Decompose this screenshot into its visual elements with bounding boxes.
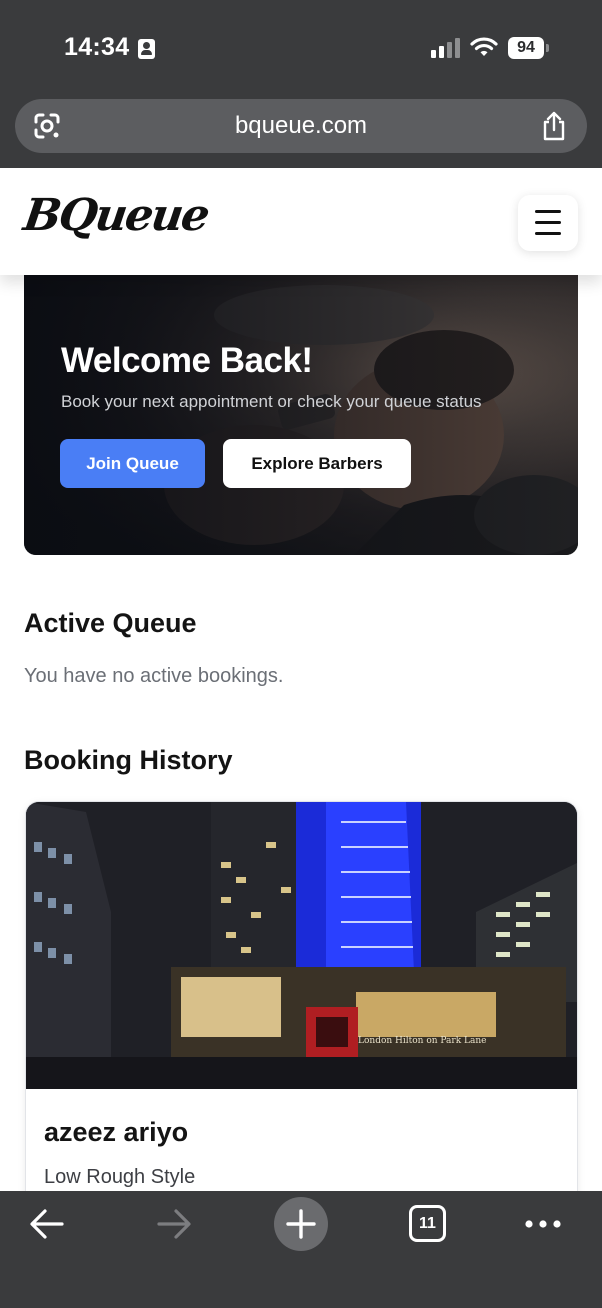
- active-queue-title: Active Queue: [24, 608, 197, 638]
- site-header: BQueue: [0, 168, 602, 275]
- status-bar: 14:34 94: [0, 0, 602, 96]
- battery-tip: [546, 44, 549, 52]
- wifi-icon: [470, 37, 498, 56]
- hero-subtitle: Book your next appointment or check your…: [61, 392, 482, 411]
- active-queue-empty-message: You have no active bookings.: [24, 665, 284, 687]
- url-text[interactable]: bqueue.com: [15, 112, 587, 140]
- booking-card[interactable]: London Hilton on Park Lane azeez ariyo L…: [25, 801, 578, 1191]
- more-icon[interactable]: [524, 1219, 562, 1229]
- hero-title: Welcome Back!: [61, 341, 313, 380]
- site-logo[interactable]: BQueue: [20, 190, 211, 241]
- barber-name: azeez ariyo: [44, 1117, 189, 1147]
- booking-history-title: Booking History: [24, 745, 233, 775]
- id-card-icon: [138, 39, 155, 59]
- join-queue-button[interactable]: Join Queue: [60, 439, 205, 488]
- share-icon[interactable]: [541, 111, 567, 141]
- hero-banner: Welcome Back! Book your next appointment…: [24, 275, 578, 555]
- web-page: BQueue Welcome Back! Book your next appo…: [0, 168, 602, 1191]
- browser-toolbar: 11: [0, 1191, 602, 1308]
- forward-arrow-icon[interactable]: [155, 1207, 193, 1241]
- hero-overlay: [24, 275, 578, 555]
- status-time: 14:34: [64, 33, 130, 61]
- photo-sign-text: London Hilton on Park Lane: [358, 1036, 487, 1046]
- battery-icon: 94: [508, 37, 544, 59]
- address-bar[interactable]: bqueue.com: [15, 99, 587, 153]
- cellular-signal-icon: [431, 38, 460, 58]
- hamburger-menu-icon[interactable]: [518, 195, 578, 251]
- explore-barbers-button[interactable]: Explore Barbers: [223, 439, 411, 488]
- service-name: Low Rough Style: [44, 1166, 196, 1188]
- back-arrow-icon[interactable]: [28, 1207, 66, 1241]
- new-tab-button[interactable]: [274, 1197, 328, 1251]
- barbershop-photo: London Hilton on Park Lane: [26, 802, 577, 1089]
- plus-icon: [286, 1209, 316, 1239]
- tabs-icon[interactable]: 11: [409, 1205, 446, 1242]
